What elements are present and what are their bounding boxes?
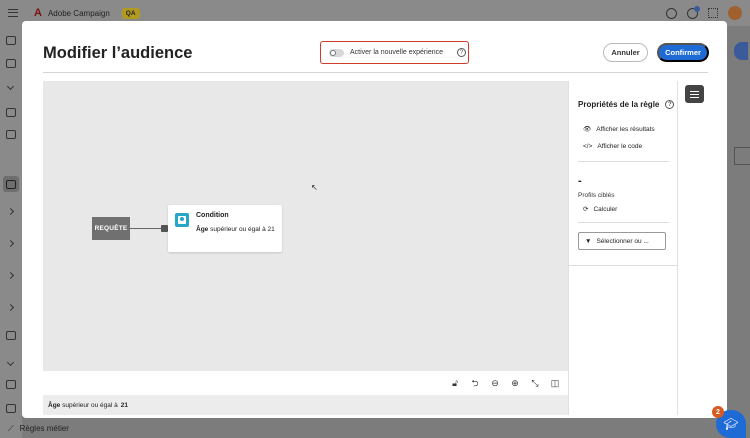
eye-icon: 👁︎: [583, 126, 592, 133]
menu-icon[interactable]: [8, 9, 18, 17]
show-code-button[interactable]: </> Afficher le code: [583, 143, 642, 150]
divider: [569, 265, 678, 266]
condition-attribute-icon: [175, 213, 189, 227]
env-badge: QA: [121, 7, 140, 19]
modal-title: Modifier l’audience: [43, 44, 193, 62]
condition-node[interactable]: Condition Âge supérieur ou égal à 21: [168, 205, 282, 252]
learn-help-button[interactable]: 2 🎓︎: [712, 406, 746, 438]
help-icon[interactable]: ?: [665, 100, 675, 109]
filter-icon: ▼: [585, 237, 592, 245]
help-badge: 2: [712, 406, 724, 418]
select-or-button[interactable]: ▼ Sélectionner ou ...: [578, 232, 666, 250]
show-results-button[interactable]: 👁︎ Afficher les résultats: [583, 125, 655, 134]
summary-field: Âge: [48, 401, 61, 409]
background-panel-edge: [734, 147, 750, 165]
condition-description: Âge supérieur ou égal à 21: [196, 225, 280, 235]
properties-title-text: Propriétés de la règle: [578, 100, 660, 109]
targeted-profiles-label: Profils ciblés: [578, 192, 615, 199]
app-name: Adobe Campaign: [47, 8, 110, 18]
zoom-in-icon[interactable]: ⊕: [510, 378, 520, 388]
audience-icon[interactable]: [6, 180, 16, 189]
home-icon[interactable]: [6, 36, 16, 45]
background-action-button: [734, 42, 748, 60]
panel-icon[interactable]: ◫: [550, 378, 560, 388]
help-icon[interactable]: ?: [457, 48, 466, 57]
chevron-down-icon[interactable]: [6, 82, 15, 91]
properties-side-rail: [677, 81, 708, 415]
condition-title: Condition: [196, 212, 229, 219]
apps-grid-icon[interactable]: [708, 8, 718, 18]
code-icon: </>: [583, 143, 593, 150]
condition-field: Âge: [196, 226, 209, 233]
adobe-logo-icon: A: [34, 7, 42, 19]
fit-icon[interactable]: ⤡: [530, 378, 540, 388]
show-results-label: Afficher les résultats: [596, 125, 655, 133]
nav-item-label: Règles métier: [19, 424, 69, 433]
graduation-cap-icon: 🎓︎: [723, 417, 739, 431]
rule-properties-panel: Propriétés de la règle ? 👁︎ Afficher les…: [568, 81, 678, 415]
select-or-label: Sélectionner ou ...: [596, 237, 649, 245]
chevron-right-icon[interactable]: [6, 303, 15, 312]
help-icon[interactable]: [666, 7, 677, 19]
toggle-label: Activer la nouvelle expérience: [350, 49, 443, 56]
list-icon[interactable]: [6, 380, 16, 389]
edit-audience-modal: Modifier l’audience Activer la nouvelle …: [22, 21, 727, 418]
summary-value: 21: [120, 401, 128, 409]
chevron-down-icon[interactable]: [6, 358, 15, 367]
campaign-icon[interactable]: [6, 108, 16, 117]
condition-rule: supérieur ou égal à 21: [210, 226, 275, 233]
explorer-icon[interactable]: [6, 59, 16, 68]
rule-canvas[interactable]: REQUÊTE Condition Âge supérieur ou égal …: [43, 81, 568, 371]
settings-sliders-icon[interactable]: [685, 85, 704, 103]
canvas-toolbar: 🔓︎ ⮌ ⊖ ⊕ ⤡ ◫: [43, 371, 568, 395]
rule-summary: Âge supérieur ou égal à 21: [43, 395, 568, 415]
calculate-label: Calculer: [593, 205, 618, 213]
chevron-right-icon[interactable]: [6, 207, 15, 216]
zoom-out-icon[interactable]: ⊖: [490, 378, 500, 388]
show-code-label: Afficher le code: [597, 143, 643, 150]
login-icon[interactable]: [6, 404, 16, 413]
toggle-switch[interactable]: [329, 48, 344, 57]
node-connector: [130, 228, 164, 229]
calculate-button[interactable]: ⟳ Calculer: [583, 205, 618, 214]
new-experience-toggle[interactable]: Activer la nouvelle expérience ?: [320, 41, 469, 64]
send-icon[interactable]: [6, 130, 16, 139]
lock-icon[interactable]: 🔓︎: [450, 378, 460, 388]
left-nav-rail: [0, 26, 22, 438]
refresh-icon: ⟳: [583, 206, 589, 213]
properties-title: Propriétés de la règle ?: [578, 100, 675, 109]
redo-icon[interactable]: ⮌: [470, 378, 480, 388]
cancel-button[interactable]: Annuler: [603, 43, 648, 62]
divider: [578, 161, 669, 162]
header-divider: [43, 72, 708, 73]
mouse-cursor-icon: ↖: [311, 183, 318, 192]
divider: [578, 222, 669, 223]
summary-operator: supérieur ou égal à: [62, 401, 118, 409]
nav-item-business-rules[interactable]: ⟋ Règles métier: [8, 424, 69, 434]
reports-icon[interactable]: [6, 331, 16, 340]
rules-icon: ⟋: [8, 424, 14, 433]
query-node[interactable]: REQUÊTE: [92, 217, 130, 240]
confirm-button[interactable]: Confirmer: [657, 43, 709, 62]
connector-handle[interactable]: [161, 225, 168, 232]
chevron-right-icon[interactable]: [6, 271, 15, 280]
avatar[interactable]: [728, 6, 742, 20]
targeted-count: -: [578, 175, 582, 187]
bell-icon[interactable]: [687, 5, 700, 19]
chevron-right-icon[interactable]: [6, 239, 15, 248]
